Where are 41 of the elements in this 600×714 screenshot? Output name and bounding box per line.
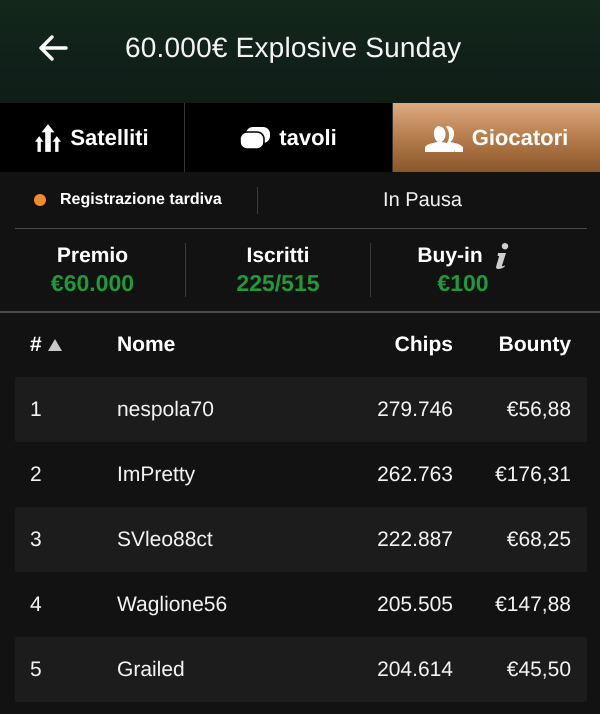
table-cell-text: nespola70	[117, 398, 215, 422]
tab[interactable]: Satelliti	[0, 103, 184, 172]
table-cell: €147,88	[495, 592, 571, 616]
table-cell: €68,25	[506, 528, 571, 552]
stat-label: Buy-in	[417, 244, 483, 268]
status-dot-icon	[34, 194, 46, 206]
table-cell: €45,50	[506, 658, 571, 682]
table-cell-text: ImPretty	[117, 462, 196, 486]
table-cell: 204.614	[377, 658, 453, 682]
table-cell: 222.887	[377, 528, 453, 552]
column-header[interactable]: Nome	[117, 333, 333, 357]
table-cell: €56,88	[506, 398, 571, 422]
table-cell-text: 1	[30, 398, 43, 422]
table-cell-text: Grailed	[117, 658, 186, 682]
back-icon[interactable]	[38, 34, 68, 60]
stat-value: €100	[437, 270, 489, 297]
stat-value: €60.000	[50, 270, 134, 297]
table-cell-text: 2	[30, 462, 43, 486]
table-cell-text: Waglione56	[117, 592, 228, 616]
column-header[interactable]: #	[30, 333, 117, 357]
table-cell-text: 4	[30, 592, 43, 616]
table-cell: €176,31	[495, 462, 571, 486]
column-header[interactable]: Bounty	[498, 333, 571, 357]
page-title: 60.000€ Explosive Sunday	[125, 32, 462, 64]
table-cell: 262.763	[377, 462, 453, 486]
tournament-state: In Pausa	[383, 188, 462, 212]
stacked-tiles-icon	[240, 126, 270, 148]
table-cell-text: 5	[30, 658, 43, 682]
table-cell-text: SVleo88ct	[117, 528, 214, 552]
tab[interactable]: Giocatori	[393, 103, 600, 172]
table-cell: 205.505	[377, 592, 453, 616]
stat-value: 225/515	[236, 270, 320, 297]
people-icon	[424, 124, 463, 152]
table-cell-text: 3	[30, 528, 43, 552]
stat-label: Premio	[56, 244, 128, 268]
registration-status: Registrazione tardiva	[60, 191, 222, 209]
stat-label: Iscritti	[246, 244, 310, 268]
table-cell: 279.746	[377, 398, 453, 422]
arrows-up-icon	[35, 124, 62, 152]
tab[interactable]: tavoli	[185, 103, 392, 172]
column-header[interactable]: Chips	[394, 333, 453, 357]
